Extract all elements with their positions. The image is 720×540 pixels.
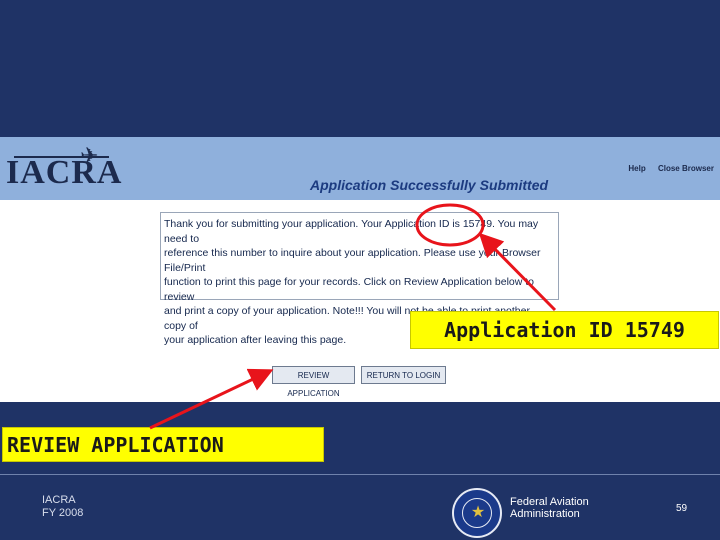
agency-name-line2: Administration [510, 508, 580, 520]
iacra-logo: ✈ IACRA [6, 143, 121, 195]
close-browser-link[interactable]: Close Browser [658, 164, 714, 173]
help-link[interactable]: Help [628, 164, 645, 173]
review-application-button[interactable]: REVIEW APPLICATION [272, 366, 355, 398]
iacra-header-bar: ✈ IACRA Help Close Browser Application S… [0, 137, 720, 200]
footer-divider [0, 474, 720, 475]
iacra-browser-screenshot: ✈ IACRA Help Close Browser Application S… [0, 137, 720, 402]
header-links: Help Close Browser [618, 164, 714, 173]
seal-emblem: ★ [470, 504, 486, 521]
confirmation-message-box: Thank you for submitting your applicatio… [160, 212, 559, 346]
footer-program-label: IACRA FY 2008 [42, 494, 83, 520]
message-line: function to print this page for your rec… [164, 276, 535, 303]
footer-program-name: IACRA [42, 494, 76, 506]
review-application-callout: REVIEW APPLICATION [2, 427, 324, 462]
agency-name: Federal Aviation Administration [510, 496, 589, 520]
application-id-callout: Application ID 15749 [410, 311, 719, 349]
faa-seal-icon: ★ [452, 488, 502, 538]
footer-fiscal-year: FY 2008 [42, 507, 84, 519]
message-line: Thank you for submitting your applicatio… [164, 218, 539, 245]
page-title: Application Successfully Submitted [310, 177, 549, 193]
return-to-login-button[interactable]: RETURN TO LOGIN [361, 366, 446, 384]
logo-text: IACRA [6, 154, 123, 191]
message-line: reference this number to inquire about y… [164, 247, 541, 274]
agency-name-line1: Federal Aviation [510, 496, 589, 508]
slide-number: 59 [676, 503, 688, 514]
seal-inner-ring: ★ [462, 498, 492, 528]
